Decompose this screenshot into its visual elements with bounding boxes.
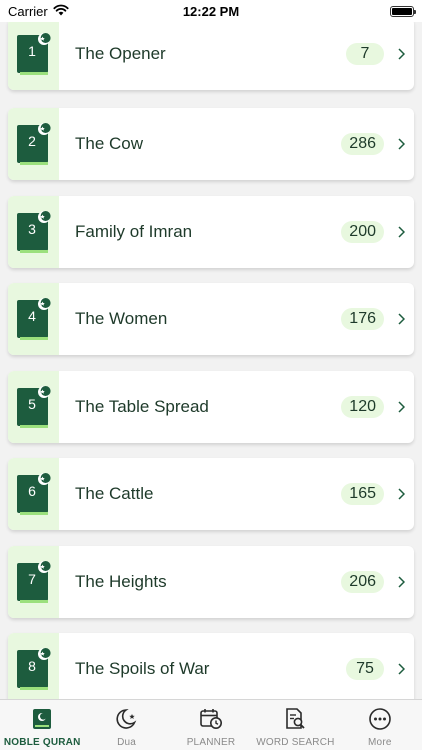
- chapter-title: The Table Spread: [75, 397, 209, 416]
- tab-word-search[interactable]: WORD SEARCH: [253, 700, 337, 750]
- chapter-icon-wrap: 4: [8, 283, 59, 355]
- chapter-title: Family of Imran: [75, 222, 193, 241]
- chapter-number: 2: [28, 133, 36, 149]
- chapter-title: The Women: [75, 309, 168, 328]
- quran-book-icon: 5: [16, 384, 51, 430]
- chapter-icon-wrap: 7: [8, 546, 59, 618]
- tab-planner[interactable]: PLANNER: [169, 700, 253, 750]
- chevron-right-icon: [394, 576, 408, 588]
- chevron-right-icon: [394, 488, 408, 500]
- status-bar: Carrier 12:22 PM: [0, 0, 422, 22]
- tab-label: WORD SEARCH: [256, 737, 335, 748]
- chapter-number: 8: [28, 658, 36, 674]
- chapter-title: The Cow: [75, 134, 144, 153]
- chapter-icon-wrap: 2: [8, 108, 59, 180]
- verse-count-badge: 75: [346, 658, 384, 680]
- chevron-right-icon: [394, 313, 408, 325]
- chapter-icon-wrap: 8: [8, 633, 59, 699]
- verse-count-badge: 120: [341, 396, 384, 418]
- quran-book-icon: 7: [16, 559, 51, 605]
- quran-book-icon: 1: [16, 31, 51, 77]
- quran-book-icon: 8: [16, 646, 51, 692]
- chapter-card[interactable]: 2 The Cow 286: [8, 108, 414, 180]
- verse-count-badge: 7: [346, 43, 384, 65]
- chapter-number: 6: [28, 483, 36, 499]
- chapter-card[interactable]: 7 The Heights 206: [8, 546, 414, 618]
- chapter-number: 1: [28, 43, 36, 59]
- chapter-number: 4: [28, 308, 36, 324]
- tab-bar: NOBLE QURAN Dua PLANNER WORD SEARCH More: [0, 699, 422, 750]
- more-dots-icon: [368, 708, 392, 735]
- tab-label: PLANNER: [186, 737, 236, 748]
- chevron-right-icon: [394, 663, 408, 675]
- chapter-card[interactable]: 6 The Cattle 165: [8, 458, 414, 530]
- chapter-icon-wrap: 5: [8, 371, 59, 443]
- chapter-card[interactable]: 3 Family of Imran 200: [8, 196, 414, 268]
- chapter-title: The Opener: [75, 44, 166, 63]
- verse-count-badge: 200: [341, 221, 384, 243]
- chevron-right-icon: [394, 401, 408, 413]
- quran-book-icon: 4: [16, 296, 51, 342]
- chapter-card[interactable]: 8 The Spoils of War 75: [8, 633, 414, 699]
- verse-count-badge: 206: [341, 571, 384, 593]
- chapter-icon-wrap: 3: [8, 196, 59, 268]
- tab-noble-quran[interactable]: NOBLE QURAN: [0, 700, 84, 750]
- chapter-number: 5: [28, 396, 36, 412]
- quran-book-icon: [30, 708, 54, 735]
- chevron-right-icon: [394, 226, 408, 238]
- quran-book-icon: 6: [16, 471, 51, 517]
- battery-icon: [390, 5, 416, 17]
- chapter-number: 7: [28, 571, 36, 587]
- chapter-number: 3: [28, 221, 36, 237]
- tab-more[interactable]: More: [338, 700, 422, 750]
- wifi-icon: [53, 4, 69, 19]
- chapter-icon-wrap: 6: [8, 458, 59, 530]
- chapter-title: The Heights: [75, 572, 167, 591]
- verse-count-badge: 176: [341, 308, 384, 330]
- tab-label: NOBLE QURAN: [3, 737, 81, 748]
- verse-count-badge: 286: [341, 133, 384, 155]
- chapter-title: The Spoils of War: [75, 659, 210, 678]
- tab-label: Dua: [117, 737, 137, 748]
- chapter-card[interactable]: 1 The Opener 7: [8, 22, 414, 90]
- chapter-list[interactable]: 1 The Opener 7 2 The Cow 286 3 Family of…: [0, 22, 422, 699]
- document-search-icon: [283, 708, 307, 735]
- calendar-clock-icon: [199, 708, 223, 735]
- chevron-right-icon: [394, 138, 408, 150]
- chapter-icon-wrap: 1: [8, 22, 59, 90]
- chapter-card[interactable]: 4 The Women 176: [8, 283, 414, 355]
- chapter-card[interactable]: 5 The Table Spread 120: [8, 371, 414, 443]
- verse-count-badge: 165: [341, 483, 384, 505]
- chevron-right-icon: [394, 48, 408, 60]
- moon-star-icon: [115, 708, 139, 735]
- chapter-title: The Cattle: [75, 484, 154, 503]
- quran-book-icon: 3: [16, 209, 51, 255]
- quran-book-icon: 2: [16, 121, 51, 167]
- status-left: Carrier: [8, 4, 69, 19]
- carrier-label: Carrier: [8, 3, 48, 19]
- tab-dua[interactable]: Dua: [84, 700, 168, 750]
- tab-label: More: [368, 737, 392, 748]
